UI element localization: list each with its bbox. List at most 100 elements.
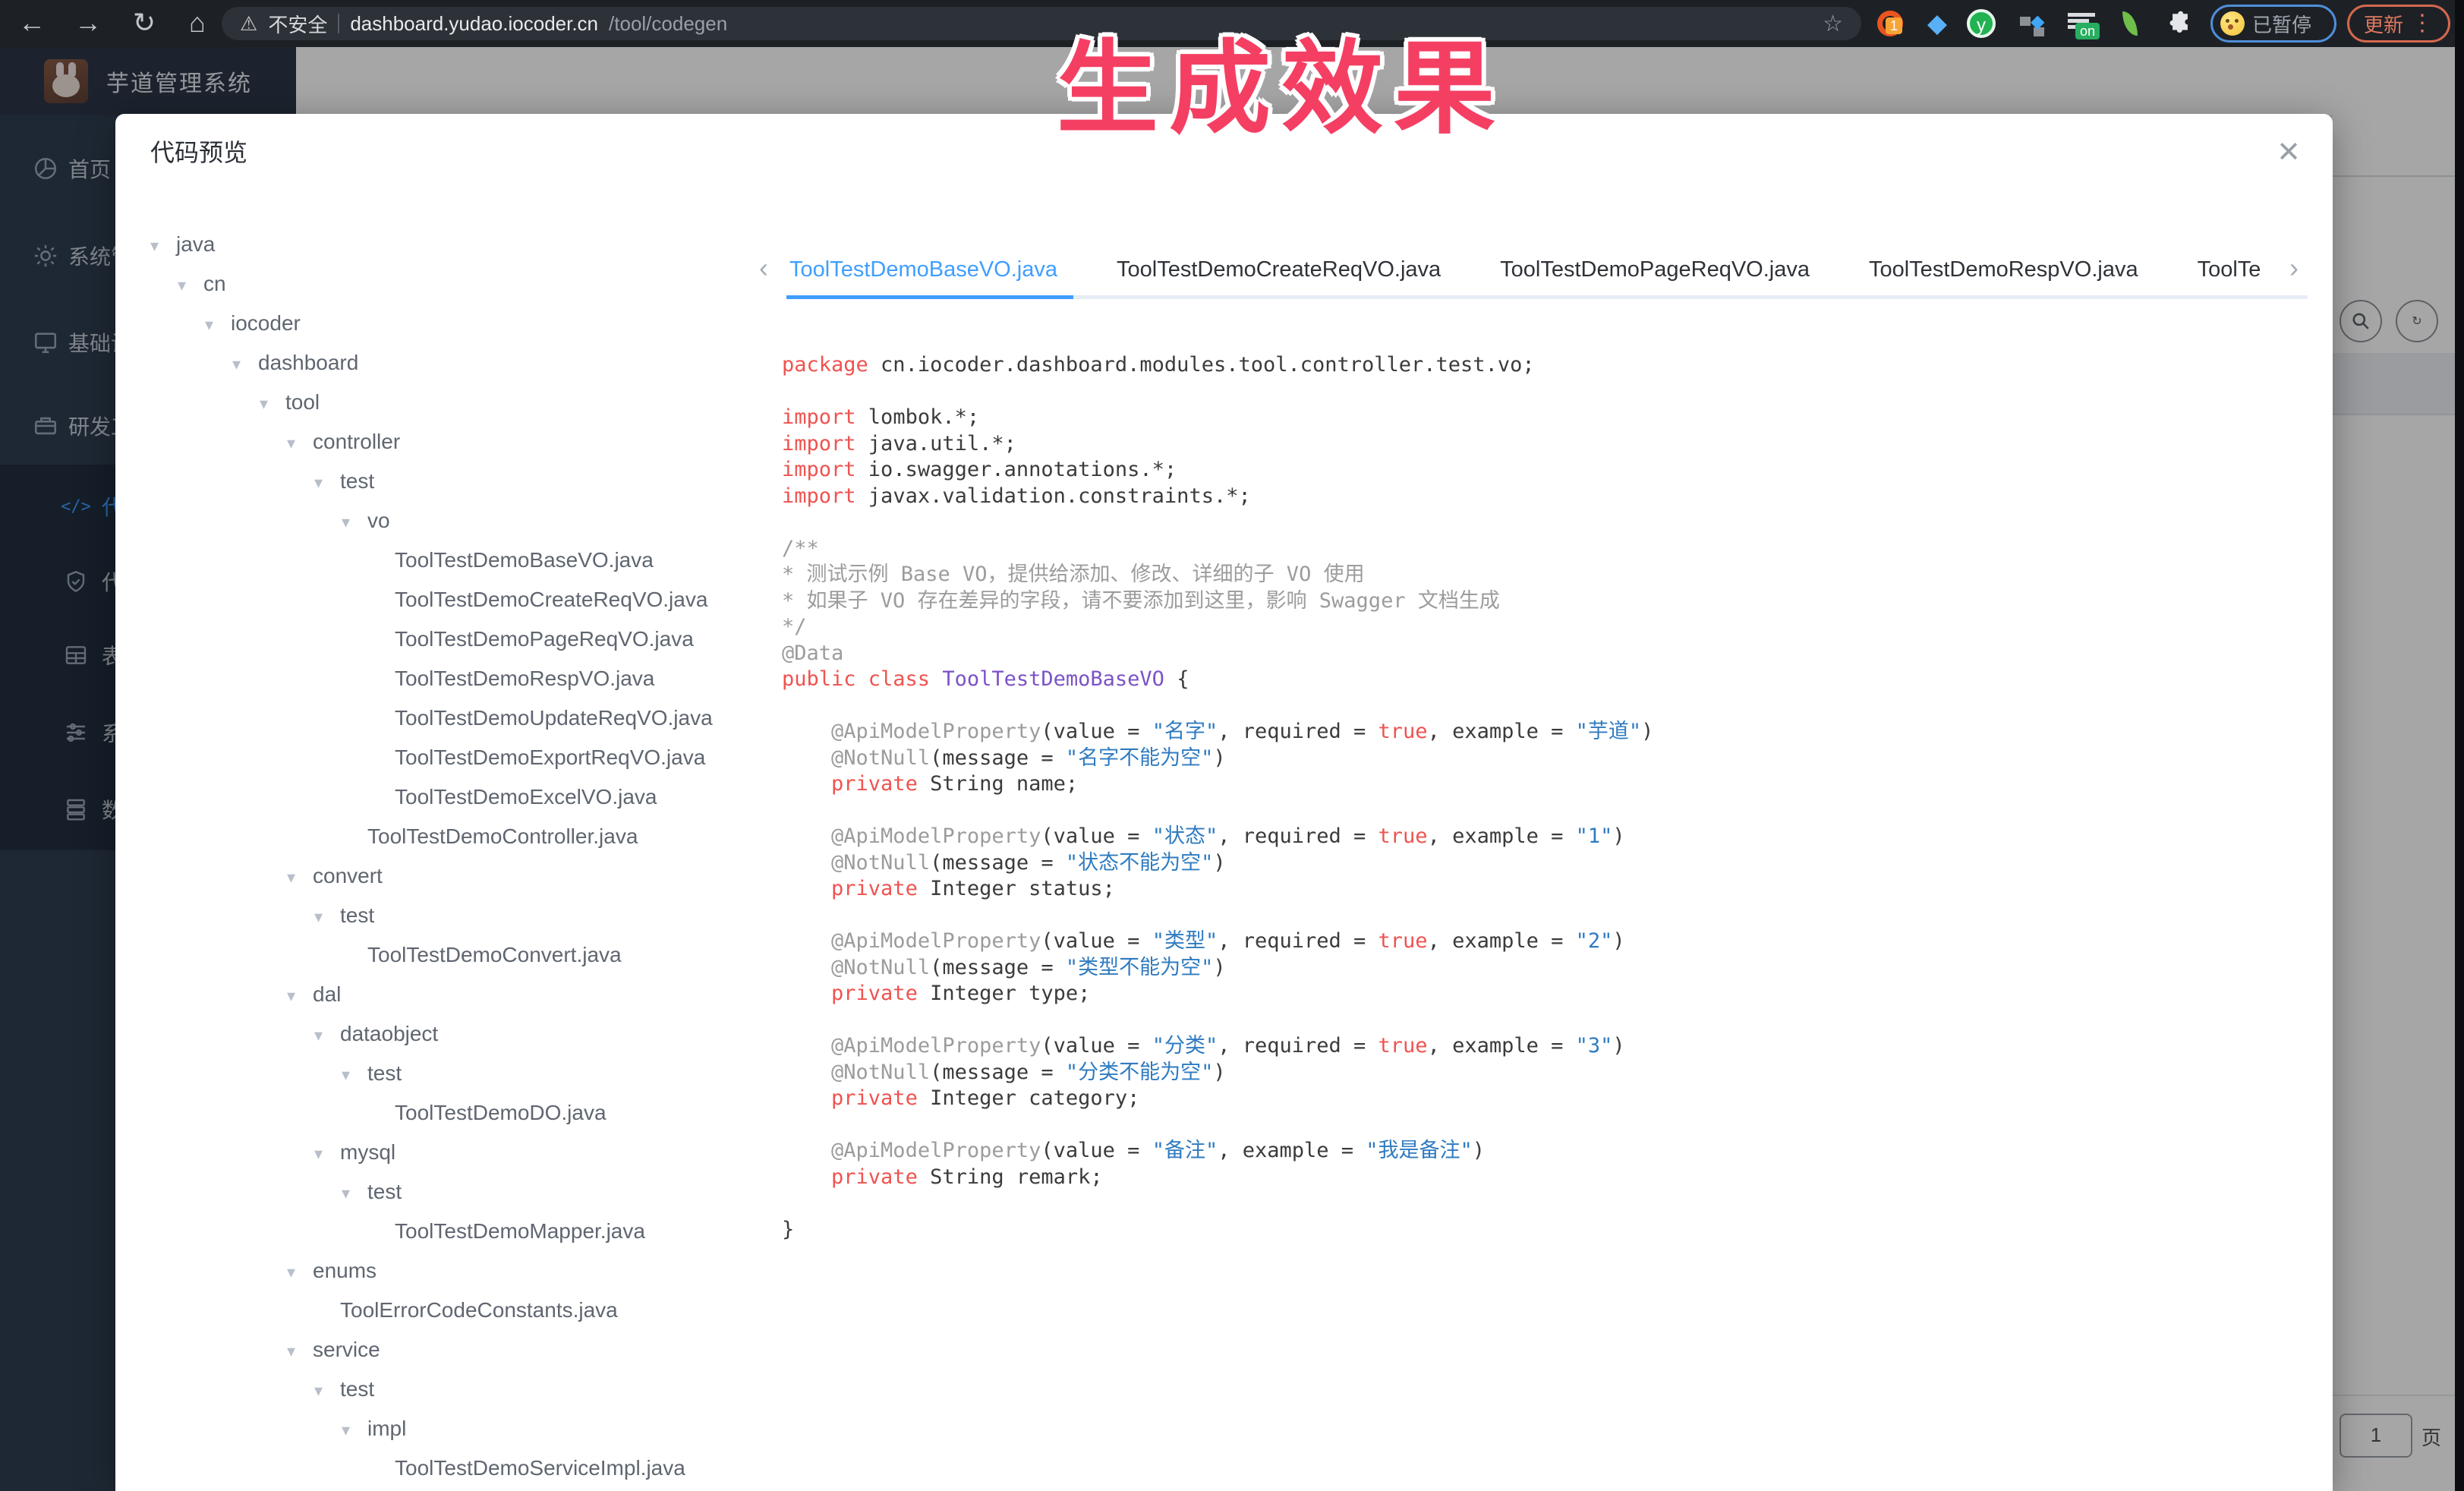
- caret-down-icon[interactable]: ▾: [150, 226, 176, 266]
- code-token-pl: [782, 929, 831, 953]
- tree-file-ToolTestDemoController.java[interactable]: ToolTestDemoController.java: [0, 817, 638, 856]
- caret-down-icon[interactable]: ▾: [314, 1016, 340, 1055]
- tree-folder-java[interactable]: ▾java: [0, 225, 215, 264]
- tree-folder-impl[interactable]: ▾impl: [0, 1409, 406, 1448]
- code-token-kw: import: [782, 458, 856, 481]
- code-token-pl: (value =: [1041, 720, 1152, 743]
- tree-file-ToolTestDemoServiceImpl.java[interactable]: ToolTestDemoServiceImpl.java: [0, 1448, 685, 1488]
- browser-home-icon[interactable]: ⌂: [176, 0, 219, 47]
- tree-file-ToolTestDemoPageReqVO.java[interactable]: ToolTestDemoPageReqVO.java: [0, 619, 694, 659]
- tree-node-label: ToolTestDemoServiceImpl.java: [395, 1456, 685, 1480]
- extension-plant-icon[interactable]: [2113, 8, 2147, 39]
- tree-node-label: convert: [313, 864, 383, 887]
- tab-3[interactable]: ToolTestDemoPageReqVO.java: [1500, 241, 1810, 298]
- code-token-meta: @ApiModelProperty: [831, 929, 1041, 953]
- tree-folder-iocoder[interactable]: ▾iocoder: [0, 304, 301, 343]
- caret-down-icon[interactable]: ▾: [342, 1411, 367, 1450]
- tree-node-label: test: [340, 469, 374, 493]
- tree-folder-dashboard[interactable]: ▾dashboard: [0, 343, 358, 383]
- browser-menu-icon[interactable]: ⋮: [2411, 12, 2434, 35]
- tree-file-ToolTestDemoExcelVO.java[interactable]: ToolTestDemoExcelVO.java: [0, 777, 657, 817]
- extension-puzzle-icon[interactable]: [2163, 8, 2197, 39]
- browser-refresh-icon[interactable]: ↻: [123, 0, 165, 47]
- tree-folder-test[interactable]: ▾test: [0, 896, 374, 935]
- tree-folder-test[interactable]: ▾test: [0, 462, 374, 501]
- caret-down-icon[interactable]: ▾: [342, 1174, 367, 1213]
- tree-file-ToolTestDemoMapper.java[interactable]: ToolTestDemoMapper.java: [0, 1212, 645, 1251]
- code-token-str: "我是备注": [1366, 1139, 1473, 1162]
- caret-down-icon[interactable]: ▾: [287, 424, 313, 463]
- caret-down-icon[interactable]: ▾: [205, 305, 231, 345]
- caret-down-icon[interactable]: ▾: [287, 1253, 313, 1292]
- caret-down-icon[interactable]: ▾: [178, 266, 203, 305]
- browser-back-icon[interactable]: ←: [11, 0, 53, 47]
- tree-folder-controller[interactable]: ▾controller: [0, 422, 400, 462]
- code-token-kw: private: [831, 1165, 918, 1189]
- tree-folder-convert[interactable]: ▾convert: [0, 856, 383, 896]
- tree-file-ToolErrorCodeConstants.java[interactable]: ToolErrorCodeConstants.java: [0, 1291, 618, 1330]
- code-token-meta: @NotNull: [831, 746, 930, 770]
- code-token-str: "状态不能为空": [1066, 851, 1214, 875]
- caret-down-icon[interactable]: ▾: [342, 503, 367, 542]
- caret-down-icon[interactable]: ▾: [260, 384, 285, 424]
- tree-node-label: mysql: [340, 1140, 395, 1164]
- code-token-pl: Integer type;: [918, 982, 1091, 1005]
- tree-folder-mysql[interactable]: ▾mysql: [0, 1133, 395, 1172]
- tabs-scroll-right-icon[interactable]: ›: [2289, 252, 2299, 284]
- extension-list-icon[interactable]: on: [2065, 8, 2098, 39]
- profile-paused-pill[interactable]: 已暂停: [2210, 5, 2336, 43]
- code-token-pl: String name;: [918, 772, 1078, 796]
- extension-grid-icon[interactable]: ◆: [2016, 8, 2050, 39]
- tree-folder-enums[interactable]: ▾enums: [0, 1251, 377, 1291]
- tab-1[interactable]: ToolTestDemoBaseVO.java: [789, 241, 1057, 298]
- tree-folder-dataobject[interactable]: ▾dataobject: [0, 1014, 438, 1054]
- close-icon[interactable]: ✕: [2270, 135, 2308, 173]
- code-token-pl: [782, 851, 831, 875]
- security-label[interactable]: 不安全: [268, 10, 327, 38]
- caret-down-icon[interactable]: ▾: [287, 1332, 313, 1371]
- code-token-title: ToolTestDemoBaseVO: [942, 667, 1164, 691]
- update-label: 更新: [2364, 10, 2403, 38]
- tree-folder-test[interactable]: ▾test: [0, 1054, 402, 1093]
- caret-down-icon[interactable]: ▾: [314, 463, 340, 503]
- caret-down-icon[interactable]: ▾: [232, 345, 258, 384]
- browser-forward-icon[interactable]: →: [67, 0, 109, 47]
- tree-node-label: ToolTestDemoCreateReqVO.java: [395, 588, 707, 611]
- caret-down-icon[interactable]: ▾: [287, 858, 313, 897]
- tree-folder-vo[interactable]: ▾vo: [0, 501, 390, 541]
- tab-2[interactable]: ToolTestDemoCreateReqVO.java: [1117, 241, 1441, 298]
- code-token-kw: private: [831, 772, 918, 796]
- tree-folder-cn[interactable]: ▾cn: [0, 264, 226, 304]
- tree-file-ToolTestDemoExportReqVO.java[interactable]: ToolTestDemoExportReqVO.java: [0, 738, 705, 777]
- caret-down-icon[interactable]: ▾: [287, 976, 313, 1016]
- url-domain: dashboard.yudao.iocoder.cn: [350, 12, 598, 36]
- caret-down-icon[interactable]: ▾: [314, 1371, 340, 1411]
- address-bar[interactable]: ⚠ 不安全 dashboard.yudao.iocoder.cn /tool/c…: [222, 7, 1861, 40]
- code-token-pl: ): [1213, 1061, 1225, 1084]
- extension-ubuntu-icon[interactable]: 1: [1873, 8, 1907, 39]
- tree-folder-service[interactable]: ▾service: [0, 1330, 380, 1370]
- code-token-meta: @ApiModelProperty: [831, 824, 1041, 848]
- extension-y-icon[interactable]: y: [1965, 8, 1998, 39]
- extension-gem-icon[interactable]: ◆: [1920, 8, 1954, 39]
- tree-file-ToolTestDemoRespVO.java[interactable]: ToolTestDemoRespVO.java: [0, 659, 654, 698]
- bookmark-star-icon[interactable]: ☆: [1823, 11, 1843, 37]
- tree-folder-test[interactable]: ▾test: [0, 1172, 402, 1212]
- caret-down-icon[interactable]: ▾: [342, 1055, 367, 1095]
- tree-file-ToolTestDemoBaseVO.java[interactable]: ToolTestDemoBaseVO.java: [0, 541, 654, 580]
- tree-file-ToolTestDemoUpdateReqVO.java[interactable]: ToolTestDemoUpdateReqVO.java: [0, 698, 713, 738]
- tree-folder-test[interactable]: ▾test: [0, 1370, 374, 1409]
- tab-5[interactable]: ToolTe: [2198, 241, 2261, 298]
- browser-update-button[interactable]: 更新 ⋮: [2347, 5, 2450, 43]
- tab-4[interactable]: ToolTestDemoRespVO.java: [1869, 241, 2138, 298]
- tree-folder-tool[interactable]: ▾tool: [0, 383, 320, 422]
- tree-file-ToolTestDemoConvert.java[interactable]: ToolTestDemoConvert.java: [0, 935, 622, 975]
- tree-file-ToolTestDemoCreateReqVO.java[interactable]: ToolTestDemoCreateReqVO.java: [0, 580, 707, 619]
- caret-down-icon[interactable]: ▾: [314, 1134, 340, 1174]
- tree-folder-dal[interactable]: ▾dal: [0, 975, 341, 1014]
- caret-down-icon[interactable]: ▾: [314, 897, 340, 937]
- tree-file-ToolTestDemoDO.java[interactable]: ToolTestDemoDO.java: [0, 1093, 607, 1133]
- code-token-pl: ): [1612, 1034, 1624, 1058]
- tabs-scroll-left-icon[interactable]: ‹: [759, 252, 768, 284]
- code-token-str: "1": [1576, 824, 1613, 848]
